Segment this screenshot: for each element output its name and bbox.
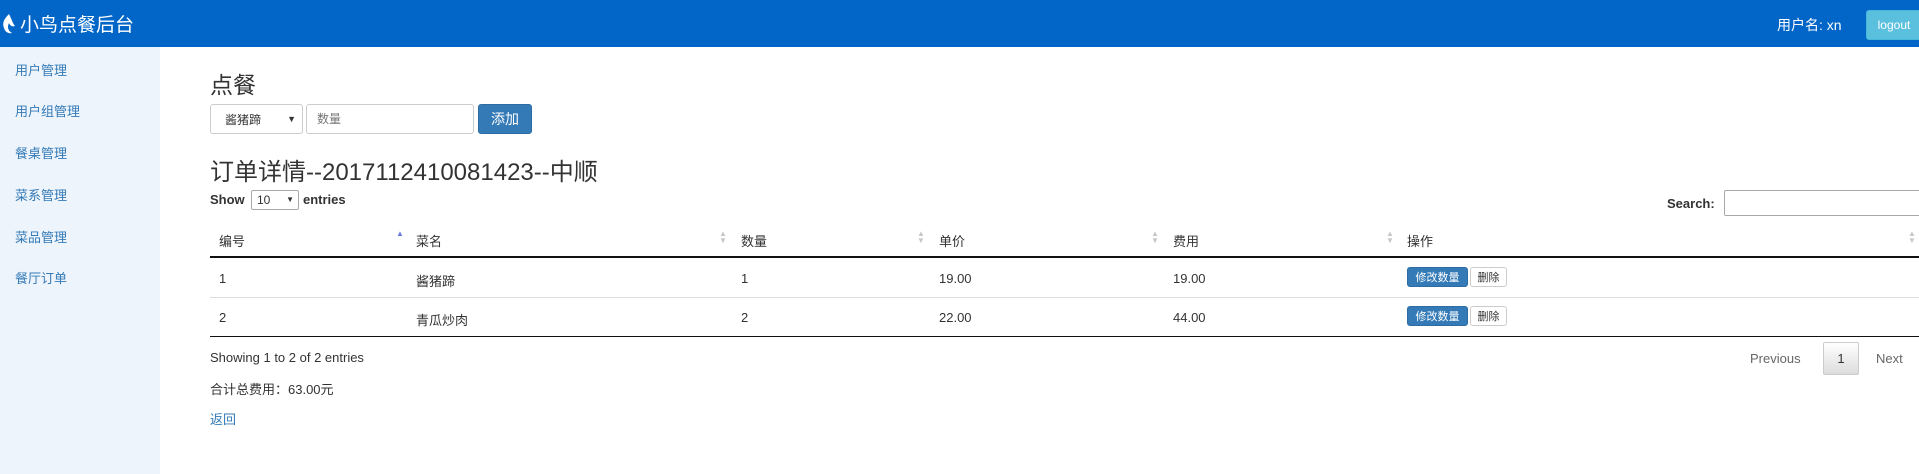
cell-quantity: 2 (741, 310, 749, 325)
cell-unit-price: 22.00 (939, 310, 972, 325)
page-length-entries-label: entries (303, 192, 346, 207)
dish-select[interactable]: 酱猪蹄 ▼ (210, 104, 303, 134)
row-divider (210, 297, 1919, 298)
edit-quantity-button[interactable]: 修改数量 (1407, 306, 1468, 326)
table-header-divider (210, 256, 1919, 258)
sort-icon: ▲ ▼ (1151, 229, 1159, 245)
caret-down-icon: ▼ (287, 114, 296, 124)
table-bottom-border (210, 336, 1919, 337)
pagination-page-current[interactable]: 1 (1823, 342, 1859, 375)
order-detail-title: 订单详情--20171124100814​23--中顺 (210, 159, 598, 186)
cell-name: 青瓜炒肉 (416, 313, 469, 328)
sidebar-item-cuisine-management[interactable]: 菜系管理 (15, 185, 67, 204)
column-header-actions[interactable]: 操作 (1407, 231, 1433, 250)
sort-icon: ▲ ▼ (719, 229, 727, 245)
bird-logo-icon (3, 13, 15, 33)
search-input[interactable] (1724, 190, 1919, 216)
sidebar-item-user-group-management[interactable]: 用户组管理 (15, 101, 80, 120)
sidebar-item-user-management[interactable]: 用户管理 (15, 60, 67, 79)
search-label: Search: (1667, 196, 1715, 211)
column-header-quantity[interactable]: 数量 (741, 231, 767, 250)
column-header-unit-price[interactable]: 单价 (939, 231, 965, 250)
sort-asc-icon: ▲ (396, 229, 404, 238)
sidebar-item-restaurant-orders[interactable]: 餐厅订单 (15, 268, 67, 287)
add-button[interactable]: 添加 (478, 104, 532, 134)
delete-button[interactable]: 删除 (1470, 306, 1507, 326)
cell-cost: 19.00 (1173, 271, 1206, 286)
page-length-value: 10 (257, 193, 271, 207)
page-length-select[interactable]: 10 ▼ (251, 190, 299, 210)
column-header-name[interactable]: 菜名 (416, 231, 442, 250)
sidebar-item-dish-management[interactable]: 菜品管理 (15, 227, 67, 246)
delete-button[interactable]: 删除 (1470, 267, 1507, 287)
cell-id: 1 (219, 271, 227, 286)
cell-cost: 44.00 (1173, 310, 1206, 325)
edit-quantity-button[interactable]: 修改数量 (1407, 267, 1468, 287)
sort-icon: ▲ ▼ (1386, 229, 1394, 245)
cell-id: 2 (219, 310, 227, 325)
page-length-show-label: Show (210, 192, 245, 207)
column-header-id[interactable]: 编号 (219, 231, 245, 250)
table-info: Showing 1 to 2 of 2 entries (210, 350, 364, 365)
pagination-next[interactable]: Next (1876, 351, 1903, 366)
cell-name: 酱猪蹄 (416, 274, 456, 289)
column-header-cost[interactable]: 费用 (1173, 231, 1199, 250)
brand[interactable]: 小鸟点餐后台 (0, 0, 134, 47)
dish-select-value: 酱猪蹄 (225, 112, 262, 127)
back-link[interactable]: 返回 (210, 409, 236, 428)
cell-unit-price: 19.00 (939, 271, 972, 286)
top-navbar: 小鸟点餐后台 用户名: xn logout (0, 0, 1919, 47)
sort-icon: ▲ ▼ (1908, 229, 1916, 245)
logout-button[interactable]: logout (1866, 10, 1919, 40)
pagination-previous[interactable]: Previous (1750, 351, 1801, 366)
sidebar-item-table-management[interactable]: 餐桌管理 (15, 143, 67, 162)
sort-icon: ▲ ▼ (917, 229, 925, 245)
brand-title: 小鸟点餐后台 (20, 15, 135, 36)
sidebar: 用户管理 用户组管理 餐桌管理 菜系管理 菜品管理 餐厅订单 (0, 47, 160, 474)
caret-down-icon: ▼ (286, 195, 294, 204)
order-total: 合计总费用：63.00元 (210, 382, 334, 397)
quantity-input[interactable] (306, 104, 474, 134)
page-title: 点餐 (210, 72, 256, 98)
username-label: 用户名: xn (1777, 17, 1842, 33)
cell-quantity: 1 (741, 271, 749, 286)
